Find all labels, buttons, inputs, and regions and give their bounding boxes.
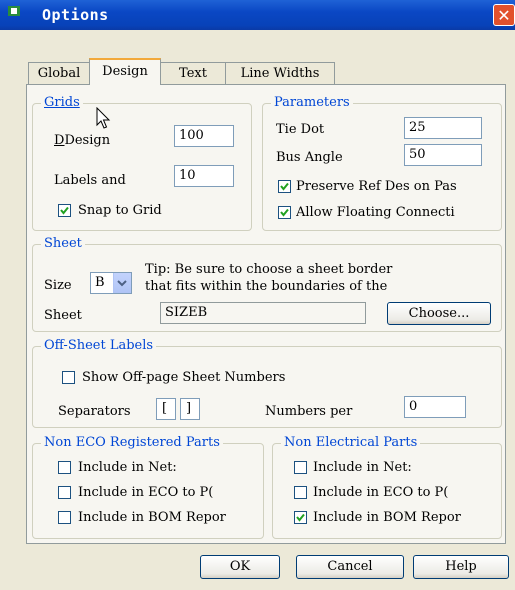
non-elec-bom-label: Include in BOM Repor bbox=[313, 510, 461, 525]
non-eco-bom-label: Include in BOM Repor bbox=[78, 510, 226, 525]
separator-close-input[interactable]: ] bbox=[180, 398, 200, 420]
tab-global[interactable]: Global bbox=[28, 62, 90, 85]
labels-grid-input[interactable]: 10 bbox=[174, 165, 234, 187]
show-off-page-label: Show Off-page Sheet Numbers bbox=[82, 370, 286, 385]
separator-open-input[interactable]: [ bbox=[156, 398, 176, 420]
non-eco-net-label: Include in Net: bbox=[78, 460, 177, 475]
non-elec-bom-checkbox[interactable] bbox=[294, 511, 307, 524]
off-sheet-labels-legend: Off-Sheet Labels bbox=[41, 338, 157, 353]
non-eco-legend: Non ECO Registered Parts bbox=[41, 435, 223, 450]
numbers-per-input[interactable]: 0 bbox=[404, 396, 466, 418]
tie-dot-input[interactable]: 25 bbox=[404, 117, 482, 139]
allow-floating-checkbox[interactable] bbox=[278, 206, 291, 219]
check-icon bbox=[280, 182, 289, 191]
size-label: Size bbox=[44, 278, 72, 293]
preserve-ref-des-label: Preserve Ref Des on Pas bbox=[296, 179, 457, 194]
non-elec-net-label: Include in Net: bbox=[313, 460, 412, 475]
non-elec-eco-label: Include in ECO to P( bbox=[313, 485, 449, 500]
non-elec-net-checkbox[interactable] bbox=[294, 461, 307, 474]
design-grid-input[interactable]: 100 bbox=[174, 125, 234, 147]
tip-line-2: that fits within the boundaries of the bbox=[145, 279, 388, 294]
close-button[interactable]: ✕ bbox=[493, 4, 515, 26]
tie-dot-label: Tie Dot bbox=[276, 122, 325, 137]
non-eco-eco-label: Include in ECO to P( bbox=[78, 485, 214, 500]
snap-to-grid-checkbox[interactable] bbox=[58, 204, 71, 217]
window-title: Options bbox=[42, 6, 109, 24]
choose-button[interactable]: Choose... bbox=[387, 302, 491, 325]
check-icon bbox=[296, 513, 305, 522]
sheet-label: Sheet bbox=[44, 308, 82, 323]
tip-line-1: Tip: Be sure to choose a sheet border bbox=[145, 262, 393, 277]
sheet-legend: Sheet bbox=[41, 236, 85, 251]
parameters-legend: Parameters bbox=[271, 95, 353, 110]
grids-legend: Grids bbox=[41, 95, 83, 110]
close-icon: ✕ bbox=[497, 6, 511, 25]
chevron-down-icon[interactable] bbox=[113, 273, 131, 293]
non-eco-net-checkbox[interactable] bbox=[58, 461, 71, 474]
preserve-ref-des-checkbox[interactable] bbox=[278, 180, 291, 193]
labels-grid-label: Labels and bbox=[54, 173, 126, 188]
non-elec-eco-checkbox[interactable] bbox=[294, 486, 307, 499]
allow-floating-label: Allow Floating Connecti bbox=[296, 205, 455, 220]
title-bar[interactable]: Options ✕ bbox=[0, 0, 515, 30]
bus-angle-label: Bus Angle bbox=[276, 150, 343, 165]
show-off-page-checkbox[interactable] bbox=[62, 371, 75, 384]
tab-text[interactable]: Text bbox=[160, 62, 226, 85]
sheet-name-field: SIZEB bbox=[160, 302, 366, 324]
non-eco-eco-checkbox[interactable] bbox=[58, 486, 71, 499]
tab-design[interactable]: Design bbox=[89, 58, 161, 85]
separators-label: Separators bbox=[58, 404, 131, 419]
cancel-button[interactable]: Cancel bbox=[296, 555, 404, 579]
snap-to-grid-label: Snap to Grid bbox=[78, 203, 162, 218]
tab-line-widths[interactable]: Line Widths bbox=[225, 62, 335, 85]
size-select[interactable]: B bbox=[90, 272, 132, 294]
check-icon bbox=[280, 208, 289, 217]
check-icon bbox=[60, 206, 69, 215]
mouse-cursor-icon bbox=[96, 107, 111, 129]
non-eco-bom-checkbox[interactable] bbox=[58, 511, 71, 524]
help-button[interactable]: Help bbox=[413, 555, 509, 579]
app-icon bbox=[8, 6, 20, 16]
ok-button[interactable]: OK bbox=[200, 555, 280, 579]
bus-angle-input[interactable]: 50 bbox=[404, 144, 482, 166]
non-electrical-legend: Non Electrical Parts bbox=[281, 435, 421, 450]
options-dialog: Options ✕ Global Design Text Line Widths… bbox=[0, 0, 515, 590]
numbers-per-label: Numbers per bbox=[265, 404, 353, 419]
